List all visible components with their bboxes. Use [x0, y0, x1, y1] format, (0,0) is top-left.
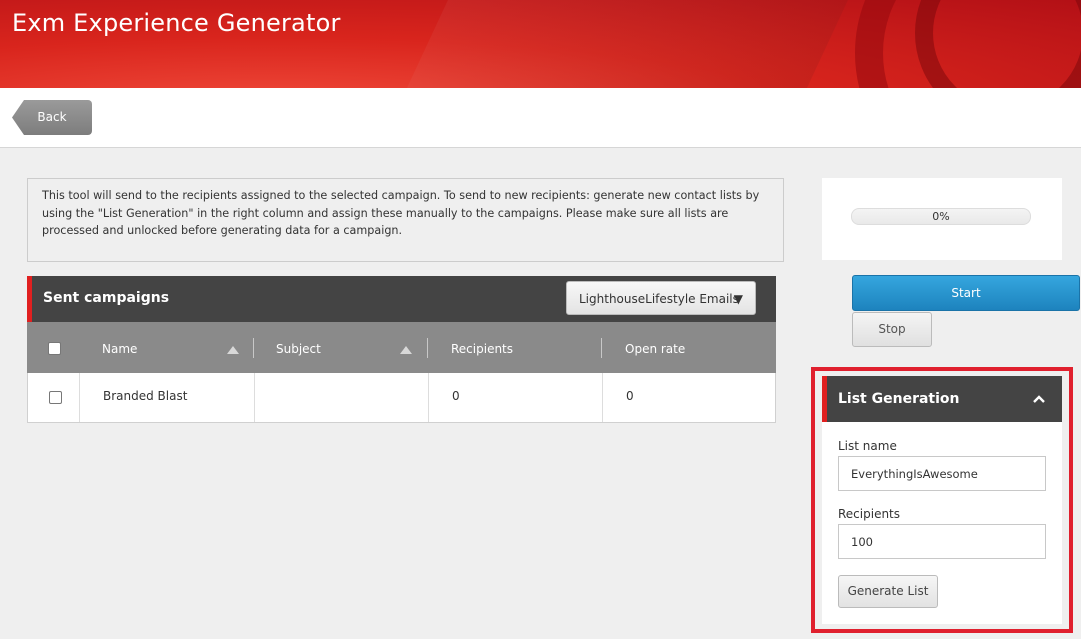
dropdown-caret-icon: ▼ [733, 292, 743, 306]
start-button[interactable]: Start [852, 275, 1080, 311]
cell-divider [602, 373, 603, 422]
app-title: Exm Experience Generator [12, 9, 341, 37]
cell-divider [254, 373, 255, 422]
sort-asc-icon[interactable] [400, 346, 412, 354]
column-divider [601, 338, 602, 358]
header-accent [27, 276, 32, 322]
stop-button[interactable]: Stop [852, 312, 932, 347]
list-name-label: List name [838, 439, 897, 453]
table-header: Name Subject Recipients Open rate [27, 322, 776, 373]
sort-asc-icon[interactable] [227, 346, 239, 354]
cell-recipients: 0 [452, 389, 460, 403]
select-all-checkbox[interactable] [48, 342, 61, 355]
column-divider [427, 338, 428, 358]
column-header-subject[interactable]: Subject [276, 322, 321, 373]
brand-swirl-inner [915, 0, 1081, 88]
progress-label: 0% [932, 210, 950, 223]
sent-campaigns-title: Sent campaigns [43, 290, 170, 306]
list-generation-title: List Generation [838, 391, 960, 407]
column-header-name[interactable]: Name [102, 322, 137, 373]
cell-divider [428, 373, 429, 422]
progress-bar: 0% [851, 208, 1031, 225]
header-accent [822, 376, 827, 422]
recipients-label: Recipients [838, 507, 901, 521]
cell-divider [79, 373, 80, 422]
list-name-input[interactable] [838, 456, 1046, 491]
campaigns-table: Name Subject Recipients Open rate Brande… [27, 322, 776, 423]
info-text: This tool will send to the recipients as… [42, 189, 760, 237]
progress-panel: 0% [822, 178, 1062, 260]
manager-root-value: LighthouseLifestyle Emails [579, 292, 739, 306]
chevron-up-icon[interactable] [1032, 392, 1046, 406]
list-generation-panel: List Generation List name Recipients Gen… [822, 376, 1062, 624]
cell-name: Branded Blast [103, 389, 188, 403]
column-header-recipients[interactable]: Recipients [451, 322, 513, 373]
generate-list-button[interactable]: Generate List [838, 575, 938, 608]
header-decoration [373, 0, 867, 88]
list-generation-header: List Generation [822, 376, 1062, 422]
back-button[interactable]: Back [12, 100, 92, 135]
app-header: Exm Experience Generator [0, 0, 1081, 88]
column-header-open-rate[interactable]: Open rate [625, 322, 685, 373]
column-divider [253, 338, 254, 358]
manager-root-dropdown[interactable]: LighthouseLifestyle Emails ▼ [566, 281, 756, 315]
info-box: This tool will send to the recipients as… [27, 178, 784, 262]
toolbar: Back [0, 88, 1081, 148]
table-row[interactable]: Branded Blast 0 0 [27, 373, 776, 423]
row-checkbox[interactable] [49, 391, 62, 404]
sent-campaigns-header: Sent campaigns LighthouseLifestyle Email… [27, 276, 776, 322]
cell-open-rate: 0 [626, 389, 634, 403]
recipients-input[interactable] [838, 524, 1046, 559]
